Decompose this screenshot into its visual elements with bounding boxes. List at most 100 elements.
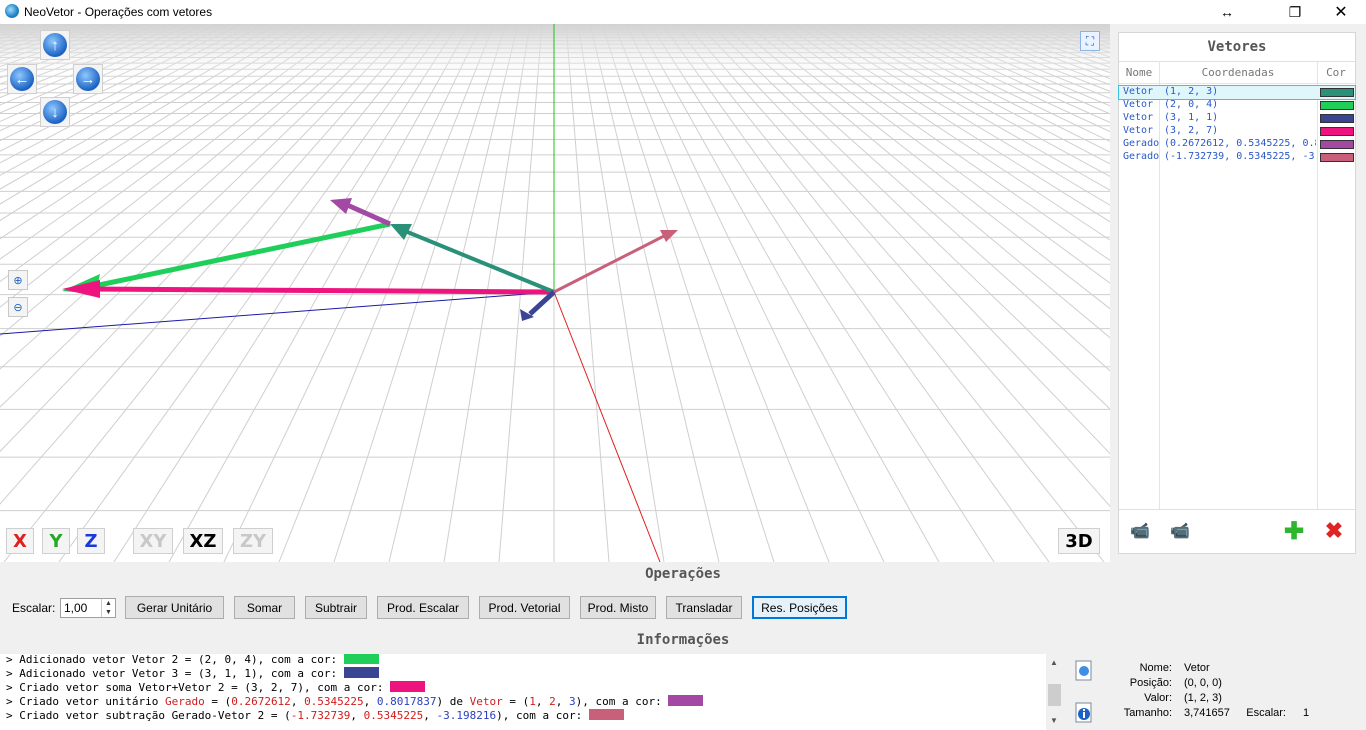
vector-color-swatch[interactable] <box>1320 88 1354 97</box>
log-text: > Adicionado vetor Vetor 3 = (3, 1, 1), … <box>6 667 344 680</box>
prop-valor-value: (1, 2, 3) <box>1184 692 1222 704</box>
column-header-coordenadas: Coordenadas <box>1159 62 1317 84</box>
resize-icon[interactable]: ↔ <box>1204 0 1250 24</box>
prod-escalar-button[interactable]: Prod. Escalar <box>377 596 469 619</box>
log-coord-x: 0.2672612 <box>231 695 291 708</box>
vector-row[interactable]: Vetor (3, 2, 7) <box>1119 125 1355 138</box>
gerar-unitario-button[interactable]: Gerar Unitário <box>125 596 224 619</box>
pan-left-button[interactable]: ← <box>7 64 37 94</box>
log-line: > Criado vetor subtração Gerado-Vetor 2 … <box>6 709 624 723</box>
subtrair-button[interactable]: Subtrair <box>305 596 367 619</box>
plane-zy-button[interactable]: ZY <box>233 528 273 554</box>
log-text: ), com a cor: <box>575 695 669 708</box>
log-coord-y: 0.5345225 <box>304 695 364 708</box>
pan-down-button[interactable]: ↓ <box>40 97 70 127</box>
vector-arrow-subtracao <box>553 230 678 294</box>
vector-row[interactable]: Gerado (-1.732739, 0.5345225, -3.198216) <box>1119 151 1355 164</box>
window-title: NeoVetor - Operações com vetores <box>24 5 213 19</box>
scalar-stepper[interactable]: ▲ ▼ <box>101 599 115 617</box>
axis-y-toggle[interactable]: Y <box>42 528 70 554</box>
mode-3d-button[interactable]: 3D <box>1058 528 1100 554</box>
log-color-swatch <box>343 654 379 664</box>
vector-coordinates: (1, 2, 3) <box>1164 86 1219 97</box>
vector-row[interactable]: Vetor (2, 0, 4) <box>1119 99 1355 112</box>
vector-name: Vetor <box>1123 112 1154 123</box>
vector-coordinates: (0.2672612, 0.5345225, 0.8017837) <box>1164 138 1316 149</box>
prod-vetorial-button[interactable]: Prod. Vetorial <box>479 596 570 619</box>
viewport-3d[interactable]: ↑ ← → ↓ ⊕ ⊖ ⛶ X Y Z XY XZ ZY 3D <box>0 24 1110 562</box>
log-coord-y: 2 <box>549 695 556 708</box>
vectors-table[interactable]: Nome Coordenadas Cor Vetor (1, 2, 3) Vetor… <box>1118 61 1356 510</box>
prop-nome-label: Nome: <box>1139 662 1172 674</box>
vector-coordinates: (-1.732739, 0.5345225, -3.198216) <box>1164 151 1316 162</box>
log-color-swatch <box>390 681 426 692</box>
vector-color-swatch[interactable] <box>1320 140 1354 149</box>
vector-color-swatch[interactable] <box>1320 101 1354 110</box>
app-globe-icon <box>5 4 19 18</box>
vector-arrow-vetor-1 <box>390 224 555 294</box>
vector-coordinates: (2, 0, 4) <box>1164 99 1219 110</box>
vector-coordinates: (3, 2, 7) <box>1164 125 1219 136</box>
axis-z-toggle[interactable]: Z <box>77 528 105 554</box>
vector-color-swatch[interactable] <box>1320 114 1354 123</box>
log-line: > Adicionado vetor Vetor 3 = (3, 1, 1), … <box>6 667 379 681</box>
prop-nome-value: Vetor <box>1184 662 1210 674</box>
expand-icon: ⛶ <box>1085 33 1095 48</box>
prod-misto-button[interactable]: Prod. Misto <box>580 596 656 619</box>
close-button[interactable]: ✕ <box>1318 0 1364 24</box>
vector-arrow-soma <box>62 280 555 298</box>
fullscreen-button[interactable]: ⛶ <box>1080 31 1100 51</box>
zoom-out-icon: ⊖ <box>13 301 23 314</box>
add-vector-icon[interactable]: ✚ <box>1281 518 1307 545</box>
axis-x-toggle[interactable]: X <box>6 528 34 554</box>
vector-name: Vetor <box>1123 86 1154 97</box>
x-axis <box>553 291 661 562</box>
camera-remove-icon[interactable]: 📹 <box>1167 520 1193 542</box>
log-text: ), com a cor: <box>496 709 589 722</box>
vector-color-swatch[interactable] <box>1320 127 1354 136</box>
somar-button[interactable]: Somar <box>234 596 295 619</box>
arrow-down-icon: ↓ <box>43 100 67 124</box>
camera-add-icon[interactable]: 📹 <box>1127 520 1153 542</box>
vector-name: Gerado <box>1123 138 1159 149</box>
log-line: > Criado vetor unitário Gerado = (0.2672… <box>6 695 704 709</box>
log-coord-z: 3 <box>569 695 576 708</box>
vectors-panel: Vetores Nome Coordenadas Cor Vetor (1, 2,… <box>1118 32 1356 554</box>
plane-xz-button[interactable]: XZ <box>183 528 223 554</box>
log-coord-z: -3.198216 <box>436 709 497 722</box>
info-log[interactable]: > Adicionado vetor Vetor 2 = (2, 0, 4), … <box>0 654 1046 730</box>
info-title: Informações <box>636 632 730 648</box>
vectors-panel-title: Vetores <box>1207 39 1267 55</box>
scroll-thumb[interactable] <box>1048 684 1061 706</box>
zoom-in-button[interactable]: ⊕ <box>8 270 28 290</box>
prop-escalar-label: Escalar: <box>1246 707 1286 719</box>
res-posicoes-button[interactable]: Res. Posições <box>752 596 847 619</box>
scroll-up-icon[interactable]: ▲ <box>1050 658 1058 667</box>
plane-xy-button[interactable]: XY <box>133 528 173 554</box>
log-line: > Adicionado vetor Vetor 2 = (2, 0, 4), … <box>6 654 379 667</box>
log-scrollbar[interactable]: ▲ ▼ <box>1046 654 1063 730</box>
restore-button[interactable]: ❐ <box>1272 0 1318 24</box>
vector-row[interactable]: Vetor (1, 2, 3) <box>1118 85 1356 100</box>
pan-right-button[interactable]: → <box>73 64 103 94</box>
document-icon[interactable] <box>1073 660 1095 682</box>
column-header-cor: Cor <box>1317 62 1355 84</box>
prop-posicao-value: (0, 0, 0) <box>1184 677 1222 689</box>
log-text: = ( <box>204 695 232 708</box>
log-text: ) de <box>436 695 470 708</box>
operations-title: Operações <box>645 566 721 582</box>
transladar-button[interactable]: Transladar <box>666 596 742 619</box>
info-icon[interactable] <box>1073 702 1095 724</box>
arrow-left-icon: ← <box>10 67 34 91</box>
pan-up-button[interactable]: ↑ <box>40 30 70 60</box>
vector-color-swatch[interactable] <box>1320 153 1354 162</box>
delete-vector-icon[interactable]: ✖ <box>1321 518 1347 543</box>
scroll-down-icon[interactable]: ▼ <box>1050 716 1058 725</box>
vector-row[interactable]: Gerado (0.2672612, 0.5345225, 0.8017837) <box>1119 138 1355 151</box>
z-axis <box>0 291 555 335</box>
log-coord-z: 0.8017837 <box>376 695 437 708</box>
log-color-swatch <box>588 709 624 720</box>
zoom-out-button[interactable]: ⊖ <box>8 297 28 317</box>
log-text: > Criado vetor unitário <box>6 695 165 708</box>
vector-row[interactable]: Vetor (3, 1, 1) <box>1119 112 1355 125</box>
